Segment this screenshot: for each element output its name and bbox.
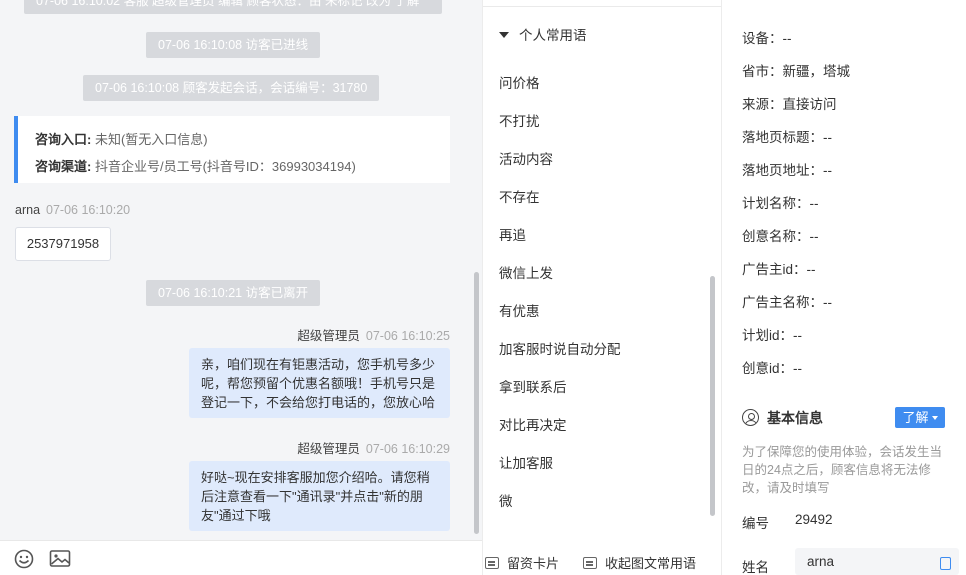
system-message-visitor-joined: 07-06 16:10:08 访客已进线 [146, 32, 321, 58]
card-icon [583, 557, 597, 569]
entry-label: 咨询入口: [35, 132, 92, 147]
phrase-group-header[interactable]: 个人常用语 [499, 24, 587, 44]
phrase-item[interactable]: 有优惠 [499, 300, 540, 320]
info-plan-name: 计划名称：-- [742, 196, 819, 211]
agent-name: 超级管理员 [297, 442, 360, 456]
info-landing-url: 落地页地址：-- [742, 163, 832, 178]
phrase-item[interactable]: 微信上发 [499, 262, 553, 282]
app-root: 07-06 16:10:02 客服 超级管理员 编辑 顾客状态：由 未标记 改为… [0, 0, 966, 575]
card-icon [485, 557, 499, 569]
message-line: 友"通过下哦 [201, 508, 271, 523]
phrase-item[interactable]: 对比再决定 [499, 414, 567, 434]
customer-status-dropdown[interactable]: 了解 [895, 407, 945, 428]
phrase-item[interactable]: 微 [499, 490, 513, 510]
info-source: 来源：直接访问 [742, 97, 837, 112]
message-line: 后注意查看一下"通讯录"并点击"新的朋 [201, 489, 423, 504]
phrase-item[interactable]: 拿到联系后 [499, 376, 567, 396]
customer-id-label: 编号 [742, 516, 769, 531]
message-line: 亲，咱们现在有钜惠活动，您手机号多少 [201, 357, 436, 372]
user-icon [742, 409, 759, 426]
info-device: 设备：-- [742, 31, 792, 46]
channel-value: 抖音企业号/员工号(抖音号ID：36993034194) [94, 159, 356, 174]
phrase-item[interactable]: 活动内容 [499, 148, 553, 168]
visitor-name: arna [15, 203, 41, 217]
message-line: 登记一下，不会给您打电话的，您放心哈 [201, 395, 436, 410]
chat-panel: 07-06 16:10:02 客服 超级管理员 编辑 顾客状态：由 未标记 改为… [0, 0, 482, 575]
phrase-item[interactable]: 加客服时说自动分配 [499, 338, 621, 358]
chat-input-toolbar [0, 540, 482, 575]
message-line: 好哒~现在安排客服加您介绍哈。请您稍 [201, 470, 430, 485]
info-creative-name: 创意名称：-- [742, 229, 819, 244]
info-advertiser-id: 广告主id：-- [742, 262, 816, 277]
chat-scrollbar[interactable] [474, 272, 479, 534]
basic-info-title: 基本信息 [767, 410, 823, 426]
copy-icon[interactable] [940, 557, 951, 570]
system-message-status-change: 07-06 16:10:02 客服 超级管理员 编辑 顾客状态：由 未标记 改为… [24, 0, 442, 14]
caret-down-icon [931, 416, 938, 420]
agent-message-meta: 超级管理员 07-06 16:10:25 [297, 325, 450, 344]
agent-message-bubble: 好哒~现在安排客服加您介绍哈。请您稍 后注意查看一下"通讯录"并点击"新的朋 友… [189, 461, 450, 531]
info-advertiser-name: 广告主名称：-- [742, 295, 832, 310]
agent-message-meta: 超级管理员 07-06 16:10:29 [297, 438, 450, 457]
agent-message-time: 07-06 16:10:29 [365, 442, 450, 456]
info-card-button[interactable]: 留资卡片 [485, 553, 559, 572]
info-plan-id: 计划id：-- [742, 328, 802, 343]
phrase-item[interactable]: 不打扰 [499, 110, 540, 130]
channel-line: 咨询渠道: 抖音企业号/员工号(抖音号ID：36993034194) [35, 153, 450, 180]
image-icon[interactable] [49, 549, 71, 569]
smile-icon[interactable] [13, 549, 35, 569]
system-message-session-started: 07-06 16:10:08 顾客发起会话，会话编号：31780 [83, 75, 380, 101]
phrase-item[interactable]: 不存在 [499, 186, 540, 206]
customer-info-panel: 设备：-- 省市：新疆，塔城 来源：直接访问 落地页标题：-- 落地页地址：--… [722, 0, 966, 575]
customer-status-label: 了解 [902, 410, 929, 425]
phrase-item[interactable]: 让加客服 [499, 452, 553, 472]
phrases-footer: 留资卡片 收起图文常用语 [483, 540, 721, 575]
agent-message-bubble: 亲，咱们现在有钜惠活动，您手机号多少 呢，帮您预留个优惠名额哦！手机号只是 登记… [189, 348, 450, 418]
visitor-message-bubble: 2537971958 [15, 227, 111, 261]
collapse-phrases-label: 收起图文常用语 [605, 556, 697, 571]
edit-deadline-note: 为了保障您的使用体验，会话发生当日的24点之后，顾客信息将无法修改，请及时填写 [742, 445, 943, 495]
visitor-message-time: 07-06 16:10:20 [46, 203, 131, 217]
basic-info-header: 基本信息 [742, 408, 823, 428]
entry-value: 未知(暂无入口信息) [94, 132, 208, 147]
caret-down-icon [499, 32, 509, 38]
agent-name: 超级管理员 [297, 329, 360, 343]
phrases-scrollbar[interactable] [710, 276, 715, 516]
customer-name-label: 姓名 [742, 560, 769, 575]
visitor-message-meta: arna 07-06 16:10:20 [15, 203, 130, 217]
consult-entry-card: 咨询入口: 未知(暂无入口信息) 咨询渠道: 抖音企业号/员工号(抖音号ID：3… [14, 116, 450, 183]
system-message-visitor-left: 07-06 16:10:21 访客已离开 [146, 280, 321, 306]
phrase-group-title: 个人常用语 [519, 28, 587, 43]
customer-id-value: 29492 [795, 512, 833, 527]
info-card-label: 留资卡片 [507, 556, 560, 571]
info-creative-id: 创意id：-- [742, 361, 802, 376]
channel-label: 咨询渠道: [35, 159, 92, 174]
phrase-item[interactable]: 问价格 [499, 72, 540, 92]
phrase-item[interactable]: 再追 [499, 224, 526, 244]
divider [483, 6, 721, 7]
customer-name-input[interactable] [795, 548, 959, 575]
quick-replies-panel: 个人常用语 问价格 不打扰 活动内容 不存在 再追 微信上发 有优惠 加客服时说… [482, 0, 722, 575]
message-line: 呢，帮您预留个优惠名额哦！手机号只是 [201, 376, 436, 391]
info-region: 省市：新疆，塔城 [742, 64, 850, 79]
collapse-phrases-button[interactable]: 收起图文常用语 [583, 553, 696, 572]
entry-line: 咨询入口: 未知(暂无入口信息) [35, 126, 450, 153]
info-landing-title: 落地页标题：-- [742, 130, 832, 145]
agent-message-time: 07-06 16:10:25 [365, 329, 450, 343]
